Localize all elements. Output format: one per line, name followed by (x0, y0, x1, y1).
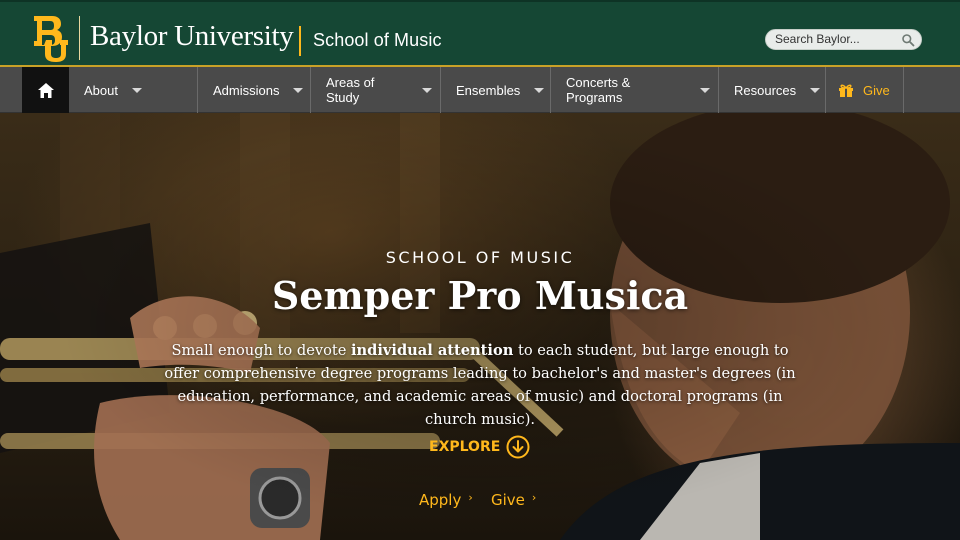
nav-item-label: Concerts & Programs (566, 75, 631, 105)
header-divider (79, 16, 80, 60)
main-navigation: About Admissions Areas of Study Ensemble… (0, 67, 960, 113)
site-header: Baylor University School of Music Search… (0, 0, 960, 67)
give-label: Give (863, 82, 890, 98)
hero-description-emphasis: individual attention (351, 342, 514, 359)
explore-link[interactable]: EXPLORE (429, 435, 530, 459)
nav-item-label: Ensembles (456, 82, 521, 98)
nav-item-areas-of-study[interactable]: Areas of Study (311, 67, 441, 113)
chevron-down-icon (422, 87, 432, 93)
nav-item-label: Areas of Study (326, 75, 375, 105)
home-icon (37, 82, 54, 98)
chevron-down-icon (810, 87, 821, 93)
give-label: Give (491, 491, 525, 509)
nav-item-give[interactable]: Give (826, 67, 904, 113)
hero-description: Small enough to devote individual attent… (160, 339, 800, 431)
apply-link[interactable]: Apply › (419, 490, 473, 510)
explore-label: EXPLORE (429, 439, 501, 455)
chevron-right-icon: › (531, 490, 537, 504)
hero-banner: SCHOOL OF MUSIC Semper Pro Musica Small … (0, 113, 960, 540)
nav-item-admissions[interactable]: Admissions (198, 67, 311, 113)
chevron-down-icon (131, 87, 142, 93)
gift-icon (839, 84, 853, 97)
search-placeholder: Search Baylor... (775, 32, 860, 46)
apply-label: Apply (419, 491, 462, 509)
site-name[interactable]: School of Music (313, 30, 442, 51)
search-input[interactable]: Search Baylor... (765, 29, 922, 50)
hero-description-text: Small enough to devote (171, 342, 352, 359)
nav-item-concerts-programs[interactable]: Concerts & Programs (551, 67, 719, 113)
university-wordmark[interactable]: Baylor University (90, 20, 294, 53)
chevron-down-icon (700, 87, 710, 93)
nav-item-label: Admissions (213, 82, 280, 98)
bu-monogram-icon[interactable] (32, 14, 72, 62)
search-icon[interactable] (901, 33, 915, 47)
nav-item-ensembles[interactable]: Ensembles (441, 67, 551, 113)
give-link[interactable]: Give › (491, 490, 537, 510)
header-gold-divider (299, 26, 301, 56)
chevron-right-icon: › (468, 490, 473, 504)
nav-item-label: About (84, 82, 118, 98)
nav-item-about[interactable]: About (69, 67, 198, 113)
hero-kicker: SCHOOL OF MUSIC (385, 248, 575, 267)
arrow-down-circle-icon (506, 435, 530, 459)
chevron-down-icon (534, 87, 545, 93)
nav-item-resources[interactable]: Resources (719, 67, 826, 113)
home-button[interactable] (22, 67, 69, 113)
chevron-down-icon (293, 87, 304, 93)
hero-overlay (0, 113, 960, 540)
hero-headline: Semper Pro Musica (271, 273, 689, 318)
nav-item-label: Resources (734, 82, 797, 98)
